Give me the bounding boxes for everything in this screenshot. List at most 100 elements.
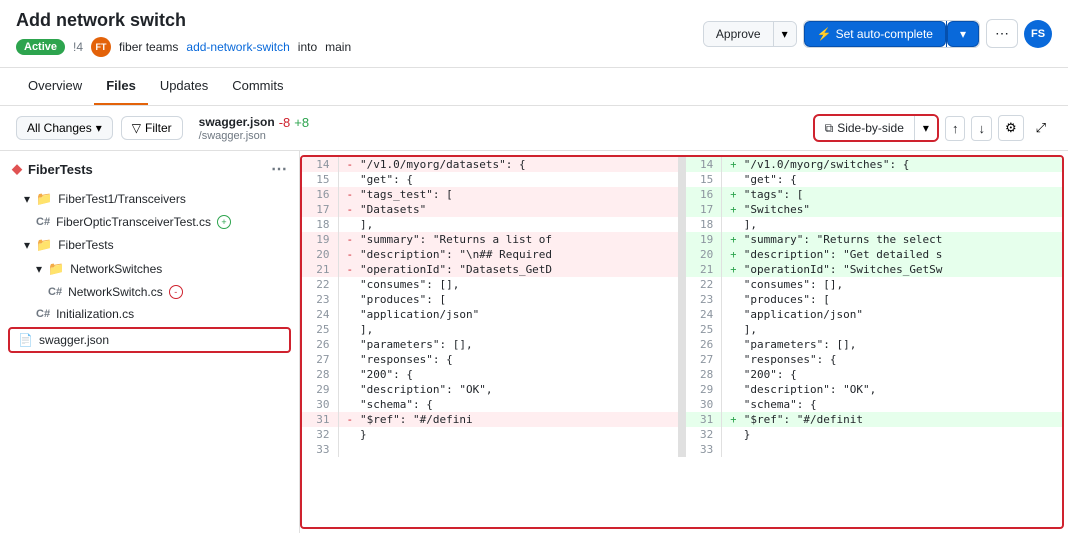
page-header: Add network switch Active !4 FT fiber te… [0,0,1068,68]
folder-icon: 📁 [36,237,52,253]
diff-divider [678,412,686,427]
right-marker: + [730,248,736,261]
right-marker [730,353,736,366]
diff-row: 15 "get": {15 "get": { [302,172,1062,187]
right-code: "description": "Get detailed s [736,247,1062,262]
left-code: "/v1.0/myorg/datasets": { [352,157,678,172]
file-icon: 📄 [18,333,33,347]
left-marker [347,218,353,231]
sidebar-file-label: Initialization.cs [56,307,134,321]
tab-updates[interactable]: Updates [148,68,220,105]
autocomplete-dropdown[interactable]: ▾ [947,21,979,47]
left-marker [347,428,353,441]
scroll-down-button[interactable]: ↓ [971,116,992,141]
left-code: "description": "OK", [352,382,678,397]
scroll-up-button[interactable]: ↑ [945,116,966,141]
sidebar-more-button[interactable]: ⋯ [271,159,287,179]
right-line-num: 30 [686,397,722,412]
right-code: "Switches" [736,202,1062,217]
sidebar-item-fibertests[interactable]: ▾ 📁 FiberTests [0,233,299,257]
diff-row: 14- "/v1.0/myorg/datasets": {14+ "/v1.0/… [302,157,1062,172]
left-line-num: 18 [302,217,338,232]
left-marker: - [347,233,353,246]
left-line-num: 23 [302,292,338,307]
folder-icon: 📁 [48,261,64,277]
sidebar-header: ◆ FiberTests ⋯ [0,151,299,187]
more-options-button[interactable]: ⋯ [986,19,1018,48]
right-marker [730,308,736,321]
left-line-num: 19 [302,232,338,247]
all-changes-dropdown[interactable]: All Changes ▾ [16,116,113,140]
branch-arrow: into [298,40,317,54]
right-marker [730,173,736,186]
sidebar-item-initialization[interactable]: C# Initialization.cs [0,303,299,325]
sidebar-title: FiberTests [28,162,93,177]
diff-divider [678,217,686,232]
left-line-num: 32 [302,427,338,442]
right-line-num: 20 [686,247,722,262]
left-code: "responses": { [352,352,678,367]
right-marker [730,218,736,231]
right-marker: + [730,158,736,171]
diff-table: 14- "/v1.0/myorg/datasets": {14+ "/v1.0/… [302,157,1062,457]
right-code: "/v1.0/myorg/switches": { [736,157,1062,172]
left-code: ], [352,217,678,232]
sidebar-item-networkswitch[interactable]: C# NetworkSwitch.cs - [0,281,299,303]
right-line-num: 22 [686,277,722,292]
diff-view[interactable]: 14- "/v1.0/myorg/datasets": {14+ "/v1.0/… [300,155,1064,529]
left-line-num: 25 [302,322,338,337]
right-line-num: 33 [686,442,722,457]
diff-divider [678,202,686,217]
tab-overview[interactable]: Overview [16,68,94,105]
right-line-num: 19 [686,232,722,247]
sidebar-file-label: NetworkSwitch.cs [68,285,163,299]
approve-dropdown[interactable]: ▾ [774,22,796,46]
branch-from[interactable]: add-network-switch [186,40,289,54]
right-code: "summary": "Returns the select [736,232,1062,247]
side-by-side-button[interactable]: ⧉ Side-by-side [815,117,914,140]
right-line-num: 17 [686,202,722,217]
left-code: "consumes": [], [352,277,678,292]
left-marker [347,443,353,456]
tab-files[interactable]: Files [94,68,148,105]
chevron-down-icon: ▾ [24,238,30,252]
left-line-num: 30 [302,397,338,412]
author-avatar: FT [91,37,111,57]
tab-commits[interactable]: Commits [220,68,295,105]
diff-divider [678,382,686,397]
diamond-icon: ◆ [12,161,22,177]
approve-button[interactable]: Approve [704,22,773,46]
side-by-side-dropdown[interactable]: ▾ [915,116,937,140]
right-marker [730,443,736,456]
lightning-icon: ⚡ [817,27,832,41]
left-code: "operationId": "Datasets_GetD [352,262,678,277]
file-name: swagger.json [199,115,275,129]
filter-button[interactable]: ▽ Filter [121,116,183,140]
right-code: "schema": { [736,397,1062,412]
diff-row: 18 ],18 ], [302,217,1062,232]
diff-settings-button[interactable]: ⚙ [998,115,1024,141]
right-code: "tags": [ [736,187,1062,202]
del-count: -8 [279,115,291,130]
diff-divider [678,262,686,277]
autocomplete-button[interactable]: ⚡ Set auto-complete [804,21,946,47]
left-code: "get": { [352,172,678,187]
diff-divider [678,397,686,412]
remove-badge: - [169,285,183,299]
left-line-num: 28 [302,367,338,382]
add-badge: + [217,215,231,229]
sidebar-item-fiberoptic[interactable]: C# FiberOpticTransceiverTest.cs + [0,211,299,233]
sidebar-item-fibertest1[interactable]: ▾ 📁 FiberTest1/Transceivers [0,187,299,211]
right-code: "produces": [ [736,292,1062,307]
sidebar-item-networkswitches[interactable]: ▾ 📁 NetworkSwitches [0,257,299,281]
diff-divider [678,292,686,307]
left-code: ], [352,322,678,337]
expand-button[interactable]: ⤢ [1030,116,1052,140]
right-code: "200": { [736,367,1062,382]
left-line-num: 16 [302,187,338,202]
sidebar-item-swagger[interactable]: 📄 swagger.json [10,329,289,351]
diff-divider [678,322,686,337]
left-marker: - [347,263,353,276]
right-line-num: 18 [686,217,722,232]
right-marker: + [730,188,736,201]
